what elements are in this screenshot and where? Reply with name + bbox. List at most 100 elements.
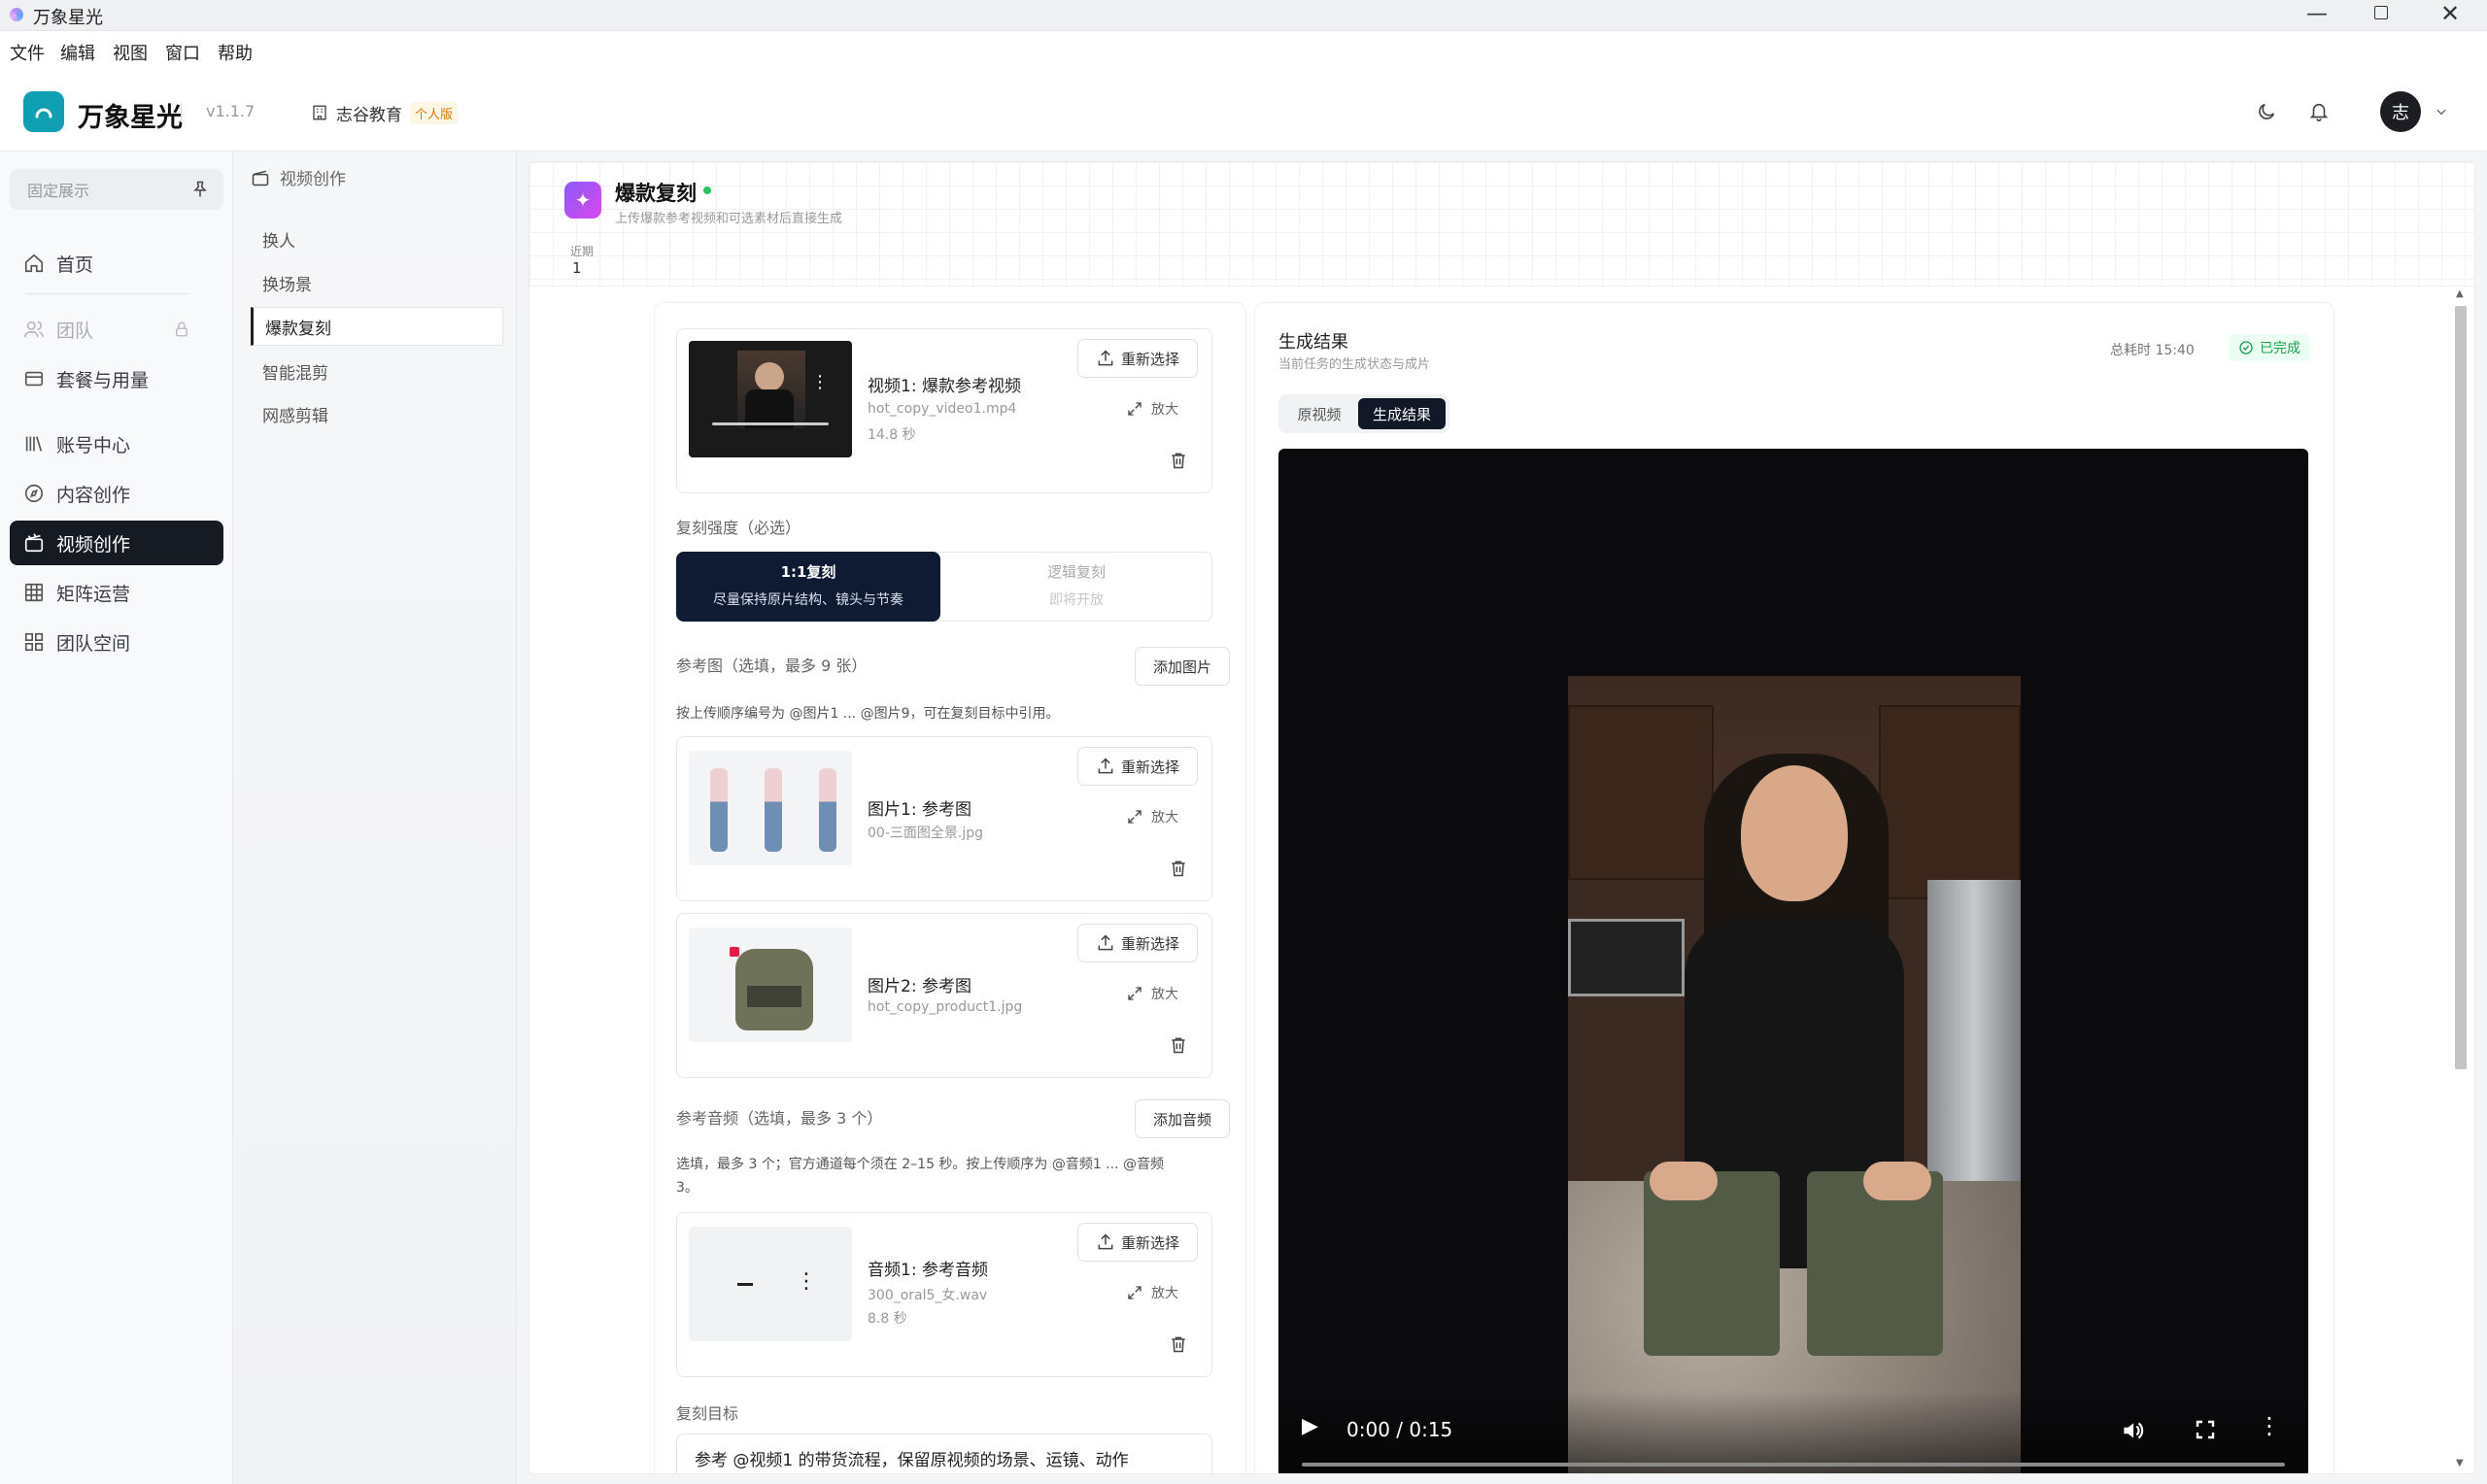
menu-edit[interactable]: 编辑 xyxy=(60,40,95,65)
sidebar-item-matrix[interactable]: 矩阵运营 xyxy=(10,570,223,615)
play-icon[interactable]: ▶ xyxy=(1302,1414,1318,1438)
option-title: 逻辑复刻 xyxy=(1046,563,1106,581)
more-vertical-icon[interactable]: ⋮ xyxy=(2258,1412,2281,1439)
more-vertical-icon[interactable]: ⋮ xyxy=(811,372,829,392)
trash-icon[interactable] xyxy=(1169,1333,1188,1355)
sidebar-item-account[interactable]: 账号中心 xyxy=(10,422,223,466)
add-audio-button[interactable]: 添加音频 xyxy=(1135,1099,1230,1138)
image-2-reselect-button[interactable]: 重新选择 xyxy=(1077,924,1198,962)
fullscreen-icon[interactable] xyxy=(2194,1418,2217,1441)
upload-icon xyxy=(1098,350,1113,366)
tab-original-video[interactable]: 原视频 xyxy=(1282,398,1356,429)
ref-images-label: 参考图（选填，最多 9 张） xyxy=(676,657,868,675)
close-icon[interactable]: ✕ xyxy=(2440,0,2460,27)
check-circle-icon xyxy=(2239,341,2253,354)
reselect-label: 重新选择 xyxy=(1120,350,1179,368)
option-desc: 尽量保持原片结构、镜头与节奏 xyxy=(713,592,903,608)
window-titlebar: 万象星光 — ✕ xyxy=(0,0,2487,31)
menu-file[interactable]: 文件 xyxy=(10,40,45,65)
org-switcher[interactable]: 志谷教育 个人版 xyxy=(297,95,472,130)
zoom-label: 放大 xyxy=(1151,1286,1178,1301)
audio-wave-icon xyxy=(737,1283,753,1286)
video-thumbnail[interactable]: ⋮ xyxy=(689,341,852,457)
audio-zoom-button[interactable]: 放大 xyxy=(1126,1283,1178,1302)
form-column: ⋮ 视频1: 爆款参考视频 hot_copy_video1.mp4 14.8 秒… xyxy=(654,302,1246,1473)
audio-reselect-button[interactable]: 重新选择 xyxy=(1077,1223,1198,1262)
zoom-label: 放大 xyxy=(1151,810,1178,826)
menu-view[interactable]: 视图 xyxy=(113,40,148,65)
add-image-button[interactable]: 添加图片 xyxy=(1135,647,1230,686)
volume-icon[interactable] xyxy=(2120,1418,2145,1443)
sidebar-item-content[interactable]: 内容创作 xyxy=(10,471,223,516)
image-1-zoom-button[interactable]: 放大 xyxy=(1126,807,1178,826)
sidebar-item-team[interactable]: 团队 xyxy=(10,307,223,352)
sparkle-icon: ✦ xyxy=(564,182,601,219)
tab-generated-result[interactable]: 生成结果 xyxy=(1358,398,1446,429)
trash-icon[interactable] xyxy=(1169,858,1188,879)
subnav-item-vibe-edit[interactable]: 网感剪辑 xyxy=(251,394,503,433)
menu-window[interactable]: 窗口 xyxy=(165,40,200,65)
expand-icon xyxy=(1128,810,1141,824)
image-thumbnail-1[interactable] xyxy=(689,751,852,865)
expand-icon xyxy=(1128,1286,1141,1299)
zoom-label: 放大 xyxy=(1151,987,1178,1002)
more-vertical-icon[interactable]: ⋮ xyxy=(796,1269,817,1294)
menu-help[interactable]: 帮助 xyxy=(218,40,253,65)
sidebar-item-plan-usage[interactable]: 套餐与用量 xyxy=(10,356,223,401)
scrollbar-thumb[interactable] xyxy=(2455,306,2467,1069)
sidebar-item-video[interactable]: 视频创作 xyxy=(10,521,223,565)
sidebar-item-team-space[interactable]: 团队空间 xyxy=(10,620,223,664)
goal-textarea[interactable]: 参考 @视频1 的带货流程，保留原视频的场景、运镜、动作 xyxy=(676,1433,1212,1473)
image-thumbnail-2[interactable] xyxy=(689,928,852,1042)
result-column: 生成结果 当前任务的生成状态与成片 总耗时 15:40 已完成 原视频 生成结果 xyxy=(1254,302,2334,1473)
image-card-2: 图片2: 参考图 hot_copy_product1.jpg 重新选择 放大 xyxy=(676,913,1212,1078)
library-icon xyxy=(25,436,43,452)
strength-option-1to1[interactable]: 1:1复刻 尽量保持原片结构、镜头与节奏 xyxy=(676,552,940,622)
scroll-up-icon[interactable]: ▲ xyxy=(2456,288,2464,299)
ref-audio-label: 参考音频（选填，最多 3 个） xyxy=(676,1109,883,1128)
sidebar-item-label: 首页 xyxy=(56,253,94,276)
trash-icon[interactable] xyxy=(1169,450,1188,471)
moon-icon[interactable] xyxy=(2256,101,2277,122)
trash-icon[interactable] xyxy=(1169,1034,1188,1056)
clapperboard-icon xyxy=(252,170,269,186)
restore-icon[interactable] xyxy=(2374,6,2388,19)
subnav-item-scene-swap[interactable]: 换场景 xyxy=(251,263,503,302)
app-name: 万象星光 xyxy=(78,103,183,133)
expand-icon xyxy=(1128,987,1141,1000)
audio-player[interactable]: ⋮ xyxy=(689,1227,852,1341)
status-badge: 已完成 xyxy=(2229,334,2310,361)
audio-file: 300_oral5_女.wav xyxy=(868,1288,988,1303)
chevron-down-icon[interactable] xyxy=(2435,105,2448,118)
sidebar: 固定展示 首页 团队 套餐与用量 账号中心 内容创作 视频创作 矩阵运营 团队空… xyxy=(0,152,233,1484)
sidebar-item-label: 矩阵运营 xyxy=(56,583,131,605)
video-zoom-button[interactable]: 放大 xyxy=(1126,399,1178,419)
reselect-label: 重新选择 xyxy=(1120,1233,1179,1252)
org-name: 志谷教育 xyxy=(336,105,402,125)
pinned-toggle[interactable]: 固定展示 xyxy=(10,169,223,210)
minimize-icon[interactable]: — xyxy=(2306,2,2328,26)
image-1-reselect-button[interactable]: 重新选择 xyxy=(1077,747,1198,786)
sidebar-item-label: 账号中心 xyxy=(56,434,131,456)
avatar[interactable]: 志 xyxy=(2380,91,2421,132)
app-header: 万象星光 v1.1.7 志谷教育 个人版 志 xyxy=(0,72,2487,152)
header-divider xyxy=(181,103,182,122)
subnav-item-face-swap[interactable]: 换人 xyxy=(251,219,503,258)
scroll-down-icon[interactable]: ▼ xyxy=(2456,1458,2464,1468)
bell-icon[interactable] xyxy=(2308,100,2330,123)
sidebar-item-home[interactable]: 首页 xyxy=(10,241,223,286)
image-2-zoom-button[interactable]: 放大 xyxy=(1126,984,1178,1003)
sidebar-divider xyxy=(25,293,190,294)
goal-text: 参考 @视频1 的带货流程，保留原视频的场景、运镜、动作 xyxy=(695,1451,1129,1470)
video-player[interactable]: ▶ 0:00 / 0:15 ⋮ xyxy=(1278,449,2308,1473)
video-card: ⋮ 视频1: 爆款参考视频 hot_copy_video1.mp4 14.8 秒… xyxy=(676,328,1212,493)
video-title: 视频1: 爆款参考视频 xyxy=(868,377,1021,396)
subnav-item-smart-mix[interactable]: 智能混剪 xyxy=(251,352,503,390)
scrollbar[interactable]: ▲ ▼ xyxy=(2451,288,2470,1473)
video-reselect-button[interactable]: 重新选择 xyxy=(1077,339,1198,378)
progress-bar[interactable] xyxy=(1302,1463,2285,1467)
lock-icon xyxy=(176,321,187,337)
subnav-item-hot-copy[interactable]: 爆款复刻 xyxy=(251,307,503,346)
goal-label: 复刻目标 xyxy=(676,1404,739,1423)
expand-icon xyxy=(1128,402,1141,416)
